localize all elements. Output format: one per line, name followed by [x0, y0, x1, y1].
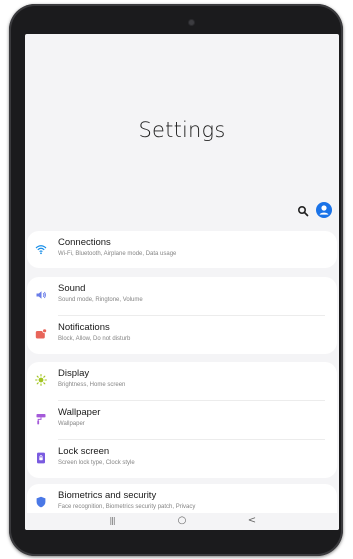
- settings-item-label: Sound: [58, 283, 86, 294]
- wifi-icon: [35, 245, 47, 255]
- settings-item-subtitle: Sound mode, Ringtone, Volume: [58, 297, 143, 303]
- settings-item-label: Wallpaper: [58, 407, 101, 418]
- paint-roller-icon: [36, 414, 46, 425]
- settings-item-label: Display: [58, 368, 90, 379]
- page-title: Settings: [138, 118, 226, 142]
- settings-item-subtitle: Wallpaper: [58, 421, 85, 427]
- account-icon[interactable]: [316, 202, 332, 218]
- navigation-bar: ||| ○ <: [25, 513, 339, 530]
- sun-icon: [35, 374, 47, 386]
- settings-item-subtitle: Screen lock type, Clock style: [58, 460, 135, 466]
- settings-item-label: Biometrics and security: [58, 490, 157, 501]
- home-button[interactable]: ○: [175, 515, 189, 527]
- settings-item-notifications[interactable]: Notifications Block, Allow, Do not distu…: [27, 316, 337, 354]
- settings-item-subtitle: Brightness, Home screen: [58, 382, 126, 388]
- front-camera: [189, 20, 194, 25]
- search-icon[interactable]: [297, 205, 309, 217]
- settings-item-lock-screen[interactable]: Lock screen Screen lock type, Clock styl…: [27, 440, 337, 478]
- settings-item-subtitle: Face recognition, Biometrics security pa…: [58, 504, 196, 510]
- sound-notifications-card: Sound Sound mode, Ringtone, Volume Notif…: [27, 277, 337, 354]
- back-button[interactable]: <: [245, 515, 259, 527]
- settings-item-label: Lock screen: [58, 446, 110, 457]
- settings-screen: Settings Connections Wi-Fi, Bluetooth, A…: [25, 34, 339, 530]
- settings-item-connections[interactable]: Connections Wi-Fi, Bluetooth, Airplane m…: [27, 231, 337, 269]
- speaker-icon: [36, 291, 46, 299]
- settings-item-sound[interactable]: Sound Sound mode, Ringtone, Volume: [27, 277, 337, 315]
- display-card: Display Brightness, Home screen Wallpape…: [27, 362, 337, 478]
- shield-icon: [36, 496, 46, 508]
- notification-icon: [35, 328, 47, 339]
- settings-item-label: Connections: [58, 237, 111, 248]
- settings-item-subtitle: Block, Allow, Do not disturb: [58, 336, 131, 342]
- recents-button[interactable]: |||: [105, 515, 119, 527]
- settings-item-display[interactable]: Display Brightness, Home screen: [27, 362, 337, 400]
- settings-item-label: Notifications: [58, 322, 110, 333]
- lock-screen-icon: [37, 452, 45, 464]
- settings-item-subtitle: Wi-Fi, Bluetooth, Airplane mode, Data us…: [58, 251, 177, 257]
- settings-item-wallpaper[interactable]: Wallpaper Wallpaper: [27, 401, 337, 439]
- connections-card: Connections Wi-Fi, Bluetooth, Airplane m…: [27, 231, 337, 268]
